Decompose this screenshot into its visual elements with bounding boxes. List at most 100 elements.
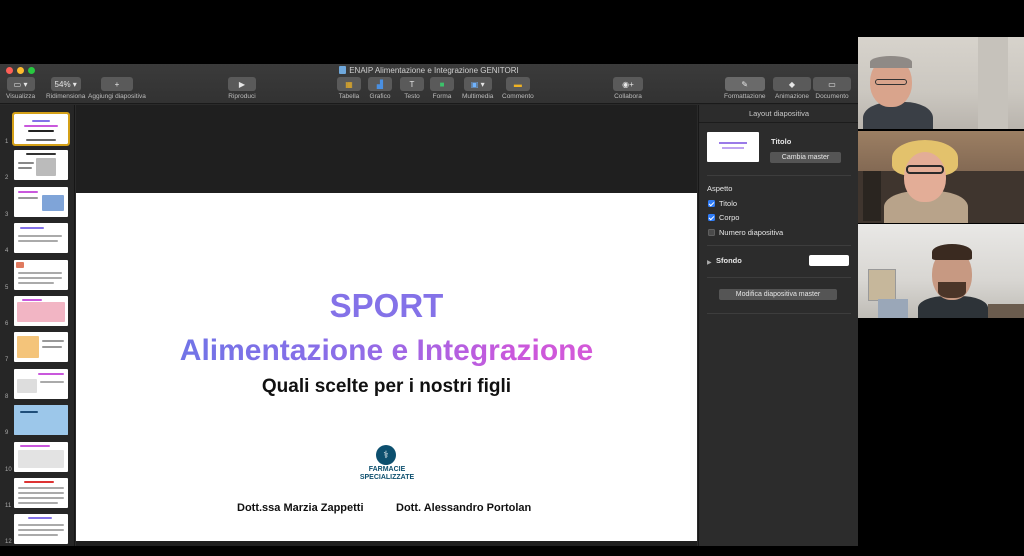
disclosure-triangle-icon[interactable]: ▶ [707, 259, 712, 266]
slide-number: 4 [5, 248, 9, 255]
farmacie-logo[interactable]: ⚕ FARMACIE SPECIALIZZATE [347, 445, 427, 485]
thumbnail-image [14, 405, 68, 436]
slide[interactable]: SPORT Alimentazione e Integrazione Quali… [76, 193, 697, 541]
slide-thumbnail-row[interactable]: 5 [0, 259, 75, 292]
slide-thumbnail[interactable] [14, 332, 68, 363]
background-label[interactable]: Sfondo [716, 256, 742, 265]
people-icon: ◉+ [622, 79, 634, 89]
slide-title-line1[interactable]: SPORT [76, 287, 697, 325]
inspector-header: Layout diapositiva [699, 105, 858, 123]
slide-thumbnail-row[interactable]: 9 [0, 405, 75, 437]
slide-thumbnail[interactable] [14, 514, 68, 545]
table-button[interactable]: ▦ [337, 77, 361, 91]
background-color-well[interactable] [809, 255, 849, 266]
divider [707, 245, 851, 246]
document-tool[interactable]: ▭ Documento [813, 77, 851, 100]
sidebar-icon: ▭ ▾ [13, 79, 28, 89]
layout-thumbnail[interactable] [707, 132, 759, 162]
play-tool[interactable]: ▶ Riproduci [228, 77, 256, 100]
slide-thumbnail-row[interactable]: 1 [0, 112, 75, 146]
slide-thumbnail[interactable] [14, 405, 68, 436]
table-tool[interactable]: ▦ Tabella [337, 77, 361, 100]
chart-tool[interactable]: ▟ Grafico [368, 77, 392, 100]
zoom-tool[interactable]: 54% ▾ Ridimensiona [46, 77, 85, 100]
change-master-button[interactable]: Cambia master [770, 152, 841, 163]
format-button[interactable]: ✎ [724, 77, 765, 91]
thumbnail-image [17, 302, 65, 322]
collaborate-tool[interactable]: ◉+ Collabora [613, 77, 643, 100]
appearance-label: Aspetto [707, 184, 733, 193]
thumbnail-text-line [24, 125, 58, 127]
add-slide-tool[interactable]: + Aggiungi diapositiva [88, 77, 146, 100]
slide-thumbnail[interactable] [14, 186, 68, 217]
slide-title-line2[interactable]: Alimentazione e Integrazione [76, 334, 697, 368]
body-checkbox[interactable] [708, 214, 715, 221]
slide-navigator: 1 2 3 4 5 6 7 8 9 10 11 12 [0, 105, 75, 546]
slide-thumbnail[interactable] [14, 259, 68, 290]
slide-thumbnail-row[interactable]: 12 [0, 514, 75, 546]
comment-button[interactable]: ▬ [505, 77, 530, 91]
collaborate-button[interactable]: ◉+ [613, 77, 643, 91]
participant-video-3[interactable] [858, 224, 1024, 318]
comment-tool[interactable]: ▬ Commento [502, 77, 534, 100]
comment-label: Commento [502, 93, 534, 100]
document-label: Documento [815, 93, 849, 100]
text-tool[interactable]: T Testo [400, 77, 424, 100]
slide-thumbnail[interactable] [14, 223, 68, 254]
thumbnail-text-line [18, 162, 34, 165]
slide-thumbnail-row[interactable]: 11 [0, 478, 75, 510]
animate-tool[interactable]: ◆ Animazione [773, 77, 811, 100]
add-slide-label: Aggiungi diapositiva [88, 93, 146, 100]
slide-thumbnail[interactable] [14, 478, 68, 508]
slide-canvas[interactable]: SPORT Alimentazione e Integrazione Quali… [76, 105, 697, 546]
slide-thumbnail-row[interactable]: 6 [0, 296, 75, 328]
animate-button[interactable]: ◆ [773, 77, 811, 91]
slide-thumbnail[interactable] [14, 296, 68, 326]
participant-video-2[interactable] [858, 131, 1024, 223]
paintbrush-icon: ✎ [741, 79, 749, 89]
media-tool[interactable]: ▣ ▾ Multimedia [462, 77, 493, 100]
slide-thumbnail-row[interactable]: 4 [0, 223, 75, 255]
slide-thumbnail-row[interactable]: 7 [0, 332, 75, 364]
thumbnail-image [18, 449, 64, 468]
shape-button[interactable]: ■ [430, 77, 454, 91]
author-2[interactable]: Dott. Alessandro Portolan [396, 502, 531, 514]
author-1[interactable]: Dott.ssa Marzia Zappetti [237, 502, 364, 514]
thumbnail-text-line [28, 517, 52, 520]
slide-thumbnail-row[interactable]: 3 [0, 186, 75, 219]
slide-thumbnail-row[interactable]: 10 [0, 441, 75, 474]
thumbnail-image [17, 378, 37, 393]
slide-number: 1 [5, 139, 9, 145]
view-tool[interactable]: ▭ ▾ Visualizza [6, 77, 35, 100]
shape-tool[interactable]: ■ Forma [430, 77, 454, 100]
thumbnail-text-line [20, 227, 44, 230]
slide-thumbnail[interactable] [12, 112, 70, 146]
chart-button[interactable]: ▟ [368, 77, 392, 91]
add-slide-button[interactable]: + [100, 77, 133, 91]
view-button[interactable]: ▭ ▾ [6, 77, 35, 91]
title-checkbox[interactable] [708, 200, 715, 207]
thumbnail-image [42, 194, 64, 211]
slide-number-checkbox[interactable] [708, 229, 715, 236]
slide-thumbnail[interactable] [14, 150, 68, 181]
document-button[interactable]: ▭ [813, 77, 851, 91]
format-tool[interactable]: ✎ Formattazione [724, 77, 766, 100]
slide-number: 11 [5, 503, 12, 509]
thumbnail-text-line [32, 120, 50, 122]
thumbnail-text-line [18, 492, 64, 494]
zoom-select[interactable]: 54% ▾ [50, 77, 81, 91]
edit-master-button[interactable]: Modifica diapositiva master [719, 289, 837, 300]
zoom-label: Ridimensiona [46, 93, 86, 100]
logo-text-line2: SPECIALIZZATE [359, 474, 415, 481]
participant-face [904, 152, 946, 202]
thumbnail-text-line [22, 299, 42, 301]
media-button[interactable]: ▣ ▾ [463, 77, 492, 91]
slide-subtitle[interactable]: Quali scelte per i nostri figli [76, 376, 697, 398]
slide-thumbnail-row[interactable]: 2 [0, 150, 75, 182]
text-button[interactable]: T [400, 77, 424, 91]
slide-thumbnail[interactable] [14, 441, 68, 472]
play-button[interactable]: ▶ [228, 77, 256, 91]
participant-video-1[interactable] [858, 37, 1024, 129]
slide-thumbnail[interactable] [14, 368, 68, 399]
slide-thumbnail-row[interactable]: 8 [0, 368, 75, 401]
